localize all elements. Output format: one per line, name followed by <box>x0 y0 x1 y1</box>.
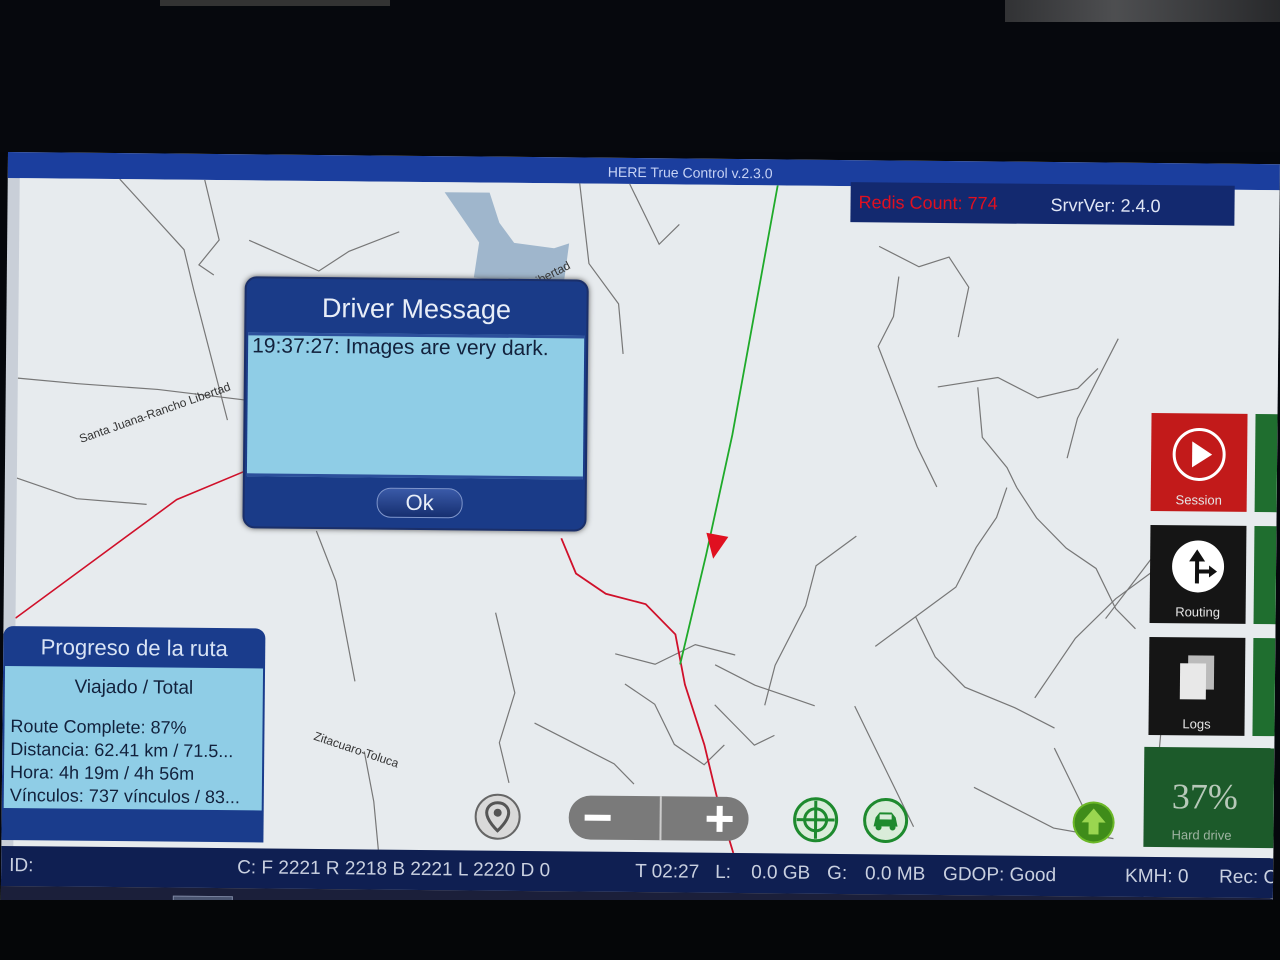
progress-body: Viajado / Total Route Complete: 87% Dist… <box>3 665 264 811</box>
zoom-in-icon[interactable] <box>660 794 748 843</box>
app-title: HERE True Control v.2.3.0 <box>607 163 773 182</box>
vehicle-track-line <box>679 185 779 665</box>
status-l-label: L: <box>715 861 732 883</box>
status-kmh: KMH: 0 <box>1124 865 1189 888</box>
progress-title: Progreso de la ruta <box>40 634 228 662</box>
hard-drive-label: Hard drive <box>1171 827 1232 843</box>
documents-icon <box>1179 655 1215 700</box>
car-recenter-icon[interactable] <box>861 796 909 844</box>
vehicle-marker <box>706 532 729 559</box>
routing-icon <box>1172 540 1225 593</box>
north-arrow-icon[interactable] <box>1071 800 1115 844</box>
status-id: ID: <box>9 855 34 877</box>
side-panel-edge <box>1254 413 1278 513</box>
dialog-title: Driver Message <box>321 293 512 325</box>
status-g-label: G: <box>827 862 848 885</box>
side-panel-edge <box>1253 525 1277 625</box>
hard-drive-percent: 37% <box>1171 776 1239 817</box>
server-status-panel: Redis Count: 774 SrvrVer: 2.4.0 <box>850 182 1235 226</box>
session-button[interactable]: Session <box>1150 412 1248 512</box>
status-gdop: GDOP: Good <box>943 864 1057 887</box>
redis-count: Redis Count: 774 <box>858 192 998 214</box>
time: Hora: 4h 19m / 4h 56m <box>9 762 195 784</box>
routing-button[interactable]: Routing <box>1149 524 1247 624</box>
progress-subtitle: Viajado / Total <box>74 676 194 699</box>
status-l-value: 0.0 GB <box>751 862 811 884</box>
play-icon <box>1172 427 1226 481</box>
side-panel-edge <box>1252 637 1276 737</box>
routing-label: Routing <box>1175 604 1221 620</box>
server-version: SrvrVer: 2.4.0 <box>1050 195 1161 217</box>
route-progress-panel: Progreso de la ruta Viajado / Total Rout… <box>1 625 266 843</box>
hard-drive-tile[interactable]: 37% Hard drive <box>1143 746 1275 849</box>
route-complete: Route Complete: 87% <box>10 716 187 738</box>
distance: Distancia: 62.41 km / 71.5... <box>10 739 234 762</box>
glare <box>1005 0 1280 22</box>
session-label: Session <box>1175 492 1222 508</box>
status-counters: C: F 2221 R 2218 B 2221 L 2220 D 0 <box>237 857 551 882</box>
logs-button[interactable]: Logs <box>1148 636 1246 736</box>
location-pin-icon[interactable] <box>473 793 521 841</box>
driver-message-dialog: Driver Message 19:37:27: Images are very… <box>242 276 589 532</box>
ok-button[interactable]: Ok <box>376 487 463 519</box>
background-bottom <box>0 900 1280 960</box>
links: Vínculos: 737 vínculos / 83... <box>9 785 241 808</box>
logs-label: Logs <box>1182 716 1211 732</box>
status-g-value: 0.0 MB <box>865 863 926 885</box>
background-top <box>0 0 1280 152</box>
app-window: HERE True Control v.2.3.0 Santa Juana-Ra… <box>0 152 1280 913</box>
status-time: T 02:27 <box>635 861 700 883</box>
dialog-message: 19:37:27: Images are very dark. <box>252 334 549 361</box>
route-line-west <box>15 469 248 619</box>
zoom-out-icon[interactable] <box>568 793 658 842</box>
glare <box>160 0 390 6</box>
status-rec: Rec: C <box>1218 866 1278 889</box>
crosshair-icon[interactable] <box>791 796 839 844</box>
